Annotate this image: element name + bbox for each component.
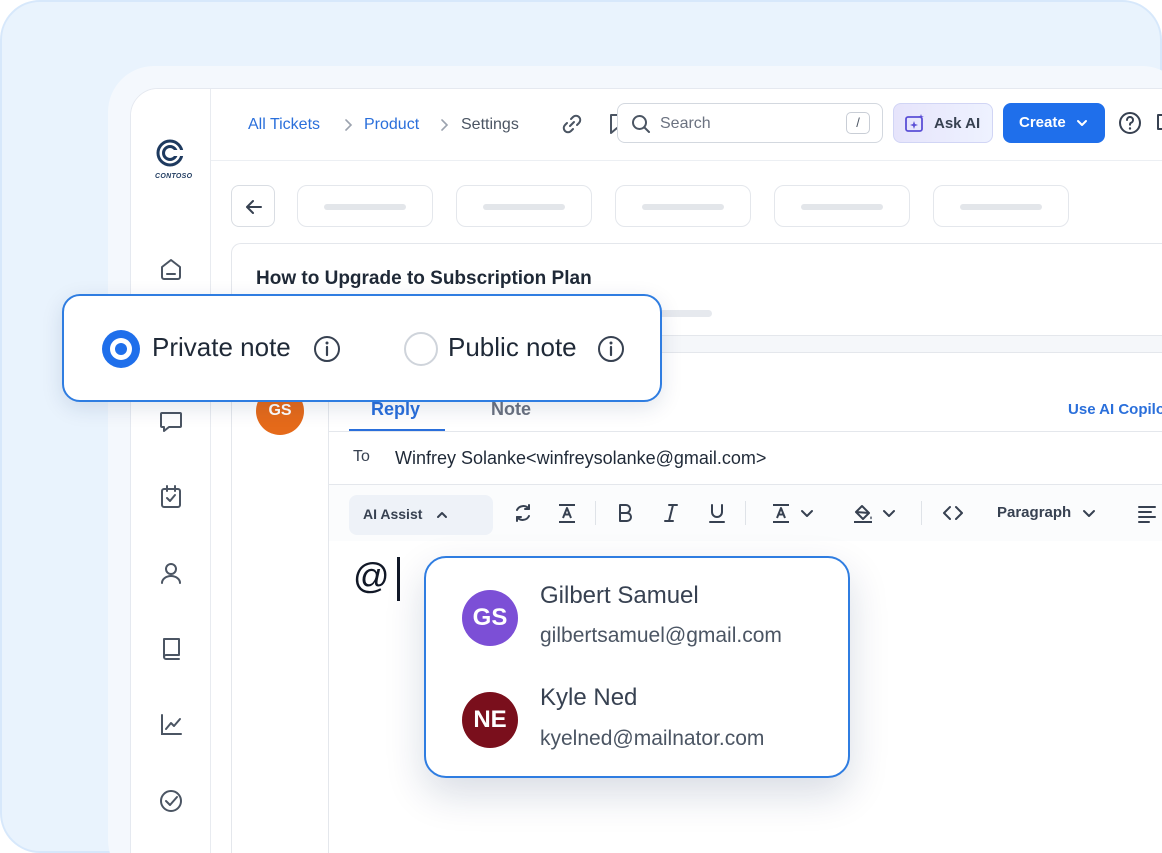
- mention-suggestions-popup: GS Gilbert Samuel gilbertsamuel@gmail.co…: [424, 556, 850, 778]
- formatting-toolbar: AI Assist Paragraph: [329, 485, 1162, 541]
- sidebar: CONTOSO: [131, 89, 211, 853]
- text-caret: [397, 557, 400, 601]
- mention-name: Gilbert Samuel: [540, 582, 699, 609]
- use-ai-copilot-link[interactable]: Use AI Copilot: [1068, 401, 1162, 418]
- ask-ai-button[interactable]: Ask AI: [893, 103, 993, 143]
- ai-assist-label: AI Assist: [363, 506, 423, 522]
- notes-icon[interactable]: [1153, 111, 1162, 137]
- recipient-row: To Winfrey Solanke<winfreysolanke@gmail.…: [329, 431, 1162, 485]
- nav-book-icon[interactable]: [157, 635, 185, 663]
- link-icon[interactable]: [559, 111, 585, 137]
- search-shortcut-key: /: [846, 112, 870, 134]
- text-color-icon[interactable]: [769, 501, 793, 525]
- contoso-logo[interactable]: CONTOSO: [155, 139, 193, 180]
- logo-text: CONTOSO: [155, 173, 193, 180]
- tab-note[interactable]: Note: [491, 399, 531, 420]
- ticket-tab-placeholder[interactable]: [933, 185, 1069, 227]
- breadcrumb-chevron-icon: [345, 119, 353, 131]
- nav-chat-icon[interactable]: [157, 407, 185, 435]
- note-type-popup: Private note Public note: [62, 294, 662, 402]
- back-button[interactable]: [231, 185, 275, 227]
- ai-assist-button[interactable]: AI Assist: [349, 495, 493, 535]
- info-icon[interactable]: [312, 334, 342, 364]
- underline-icon[interactable]: [705, 501, 729, 525]
- highlight-fill-icon[interactable]: [851, 501, 875, 525]
- ai-sparkle-icon: [905, 114, 924, 132]
- breadcrumb-settings: Settings: [461, 116, 519, 133]
- avatar: NE: [462, 692, 518, 748]
- logo-mark-icon: [156, 139, 184, 167]
- ask-ai-label: Ask AI: [934, 115, 981, 132]
- bold-icon[interactable]: [613, 501, 637, 525]
- chevron-down-icon[interactable]: [1077, 501, 1101, 525]
- breadcrumb-product[interactable]: Product: [364, 116, 419, 134]
- nav-check-circle-icon[interactable]: [157, 787, 185, 815]
- ticket-tab-placeholder[interactable]: [615, 185, 751, 227]
- ticket-tab-placeholder[interactable]: [297, 185, 433, 227]
- ticket-tab-placeholder[interactable]: [774, 185, 910, 227]
- nav-home-icon[interactable]: [157, 255, 185, 283]
- mention-email: gilbertsamuel@gmail.com: [540, 624, 782, 647]
- nav-analytics-icon[interactable]: [157, 711, 185, 739]
- nav-calendar-check-icon[interactable]: [157, 483, 185, 511]
- recipient-field[interactable]: Winfrey Solanke<winfreysolanke@gmail.com…: [395, 448, 766, 469]
- ticket-tab-placeholder[interactable]: [456, 185, 592, 227]
- arrow-left-icon: [246, 200, 262, 214]
- toolbar-separator: [595, 501, 596, 525]
- public-note-label[interactable]: Public note: [448, 332, 577, 363]
- nav-user-icon[interactable]: [157, 559, 185, 587]
- avatar: GS: [462, 590, 518, 646]
- editor-content[interactable]: @: [353, 555, 390, 597]
- mention-email: kyelned@mailnator.com: [540, 727, 765, 750]
- paragraph-style-select[interactable]: Paragraph: [997, 504, 1071, 521]
- info-icon[interactable]: [596, 334, 626, 364]
- clear-format-icon[interactable]: [555, 501, 579, 525]
- breadcrumb-all-tickets[interactable]: All Tickets: [248, 116, 320, 134]
- chevron-down-icon[interactable]: [877, 501, 901, 525]
- italic-icon[interactable]: [659, 501, 683, 525]
- search-placeholder: Search: [660, 115, 711, 132]
- align-left-icon[interactable]: [1135, 501, 1159, 525]
- public-note-radio[interactable]: [404, 332, 438, 366]
- code-icon[interactable]: [941, 501, 965, 525]
- chevron-down-icon: [1077, 120, 1087, 126]
- refresh-icon[interactable]: [511, 501, 535, 525]
- breadcrumb-chevron-icon: [441, 119, 449, 131]
- search-field[interactable]: Search /: [617, 103, 883, 143]
- ticket-title: How to Upgrade to Subscription Plan: [256, 268, 592, 289]
- top-header: All Tickets Product Settings Search / As…: [211, 89, 1162, 161]
- to-label: To: [353, 448, 370, 465]
- private-note-radio[interactable]: [102, 330, 140, 368]
- tab-reply[interactable]: Reply: [371, 399, 420, 420]
- help-icon[interactable]: [1117, 110, 1143, 136]
- chevron-down-icon[interactable]: [795, 501, 819, 525]
- search-icon: [632, 115, 650, 133]
- create-button[interactable]: Create: [1003, 103, 1105, 143]
- chevron-up-icon: [437, 512, 447, 518]
- private-note-label[interactable]: Private note: [152, 332, 291, 363]
- mention-name: Kyle Ned: [540, 684, 638, 711]
- toolbar-separator: [745, 501, 746, 525]
- toolbar-separator: [921, 501, 922, 525]
- create-label: Create: [1019, 114, 1066, 131]
